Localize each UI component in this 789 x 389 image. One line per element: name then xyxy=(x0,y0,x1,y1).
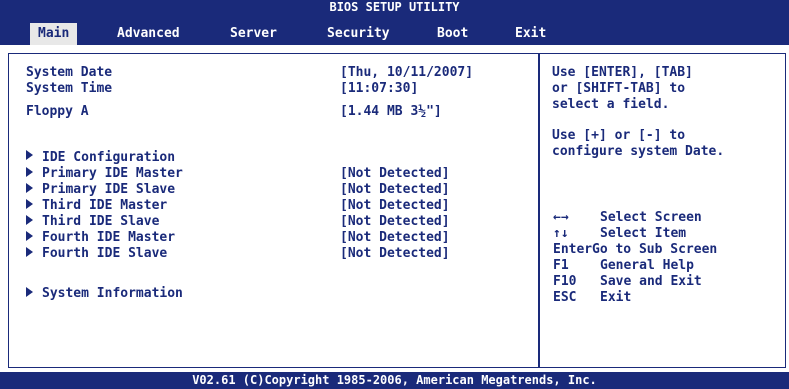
bios-screen: BIOS SETUP UTILITY Main Advanced Server … xyxy=(0,0,789,389)
key-action: General Help xyxy=(600,258,694,273)
floppy-a-value[interactable]: [1.44 MB 3½"] xyxy=(340,104,442,119)
key-f10: F10 xyxy=(553,274,577,289)
system-time-label: System Time xyxy=(26,81,113,96)
key-action: Exit xyxy=(600,290,632,305)
help-line: or [SHIFT-TAB] to xyxy=(552,81,686,96)
tab-security[interactable]: Security xyxy=(327,24,390,44)
submenu-label: Fourth IDE Master xyxy=(42,230,176,245)
tab-main[interactable]: Main xyxy=(30,23,78,45)
help-line: select a field. xyxy=(552,97,670,112)
tab-server[interactable]: Server xyxy=(230,24,277,44)
submenu-arrow-icon xyxy=(26,247,33,257)
submenu-arrow-icon xyxy=(26,150,33,160)
tab-advanced[interactable]: Advanced xyxy=(117,24,180,44)
left-right-arrows-icon: ←→ xyxy=(553,210,569,225)
help-line: configure system Date. xyxy=(552,144,725,159)
key-action: Save and Exit xyxy=(600,274,702,289)
bios-title: BIOS SETUP UTILITY xyxy=(0,0,789,15)
up-down-arrows-icon: ↑↓ xyxy=(553,226,569,241)
submenu-arrow-icon xyxy=(26,231,33,241)
menu-bar: Main Advanced Server Security Boot Exit xyxy=(0,15,789,45)
submenu-label: Third IDE Slave xyxy=(42,214,160,229)
copyright-footer: V02.61 (C)Copyright 1985-2006, American … xyxy=(0,372,789,389)
system-time-value[interactable]: [11:07:30] xyxy=(340,81,418,96)
key-esc: ESC xyxy=(553,290,577,305)
submenu-arrow-icon xyxy=(26,183,33,193)
submenu-arrow-icon xyxy=(26,287,33,297)
submenu-value: [Not Detected] xyxy=(340,214,450,229)
submenu-label: IDE Configuration xyxy=(42,150,176,165)
system-date-value[interactable]: [Thu, 10/11/2007] xyxy=(340,65,473,80)
key-enter: Enter xyxy=(553,242,593,257)
tab-exit[interactable]: Exit xyxy=(515,24,546,44)
submenu-label: Fourth IDE Slave xyxy=(42,246,168,261)
submenu-value: [Not Detected] xyxy=(340,230,450,245)
submenu-value: [Not Detected] xyxy=(340,198,450,213)
key-action: Select Screen xyxy=(600,210,702,225)
key-f1: F1 xyxy=(553,258,569,273)
panel-divider xyxy=(538,53,540,368)
tab-boot[interactable]: Boot xyxy=(437,24,468,44)
help-line: Use [ENTER], [TAB] xyxy=(552,65,693,80)
floppy-a-label: Floppy A xyxy=(26,104,89,119)
submenu-value: [Not Detected] xyxy=(340,182,450,197)
submenu-arrow-icon xyxy=(26,215,33,225)
submenu-label: System Information xyxy=(42,286,183,301)
submenu-value: [Not Detected] xyxy=(340,246,450,261)
key-action: Select Item xyxy=(600,226,687,241)
submenu-arrow-icon xyxy=(26,199,33,209)
help-line: Use [+] or [-] to xyxy=(552,128,686,143)
submenu-arrow-icon xyxy=(26,167,33,177)
submenu-label: Primary IDE Master xyxy=(42,166,183,181)
key-action: Go to Sub Screen xyxy=(592,242,718,257)
system-date-label: System Date xyxy=(26,65,113,80)
submenu-value: [Not Detected] xyxy=(340,166,450,181)
submenu-label: Primary IDE Slave xyxy=(42,182,176,197)
submenu-label: Third IDE Master xyxy=(42,198,168,213)
